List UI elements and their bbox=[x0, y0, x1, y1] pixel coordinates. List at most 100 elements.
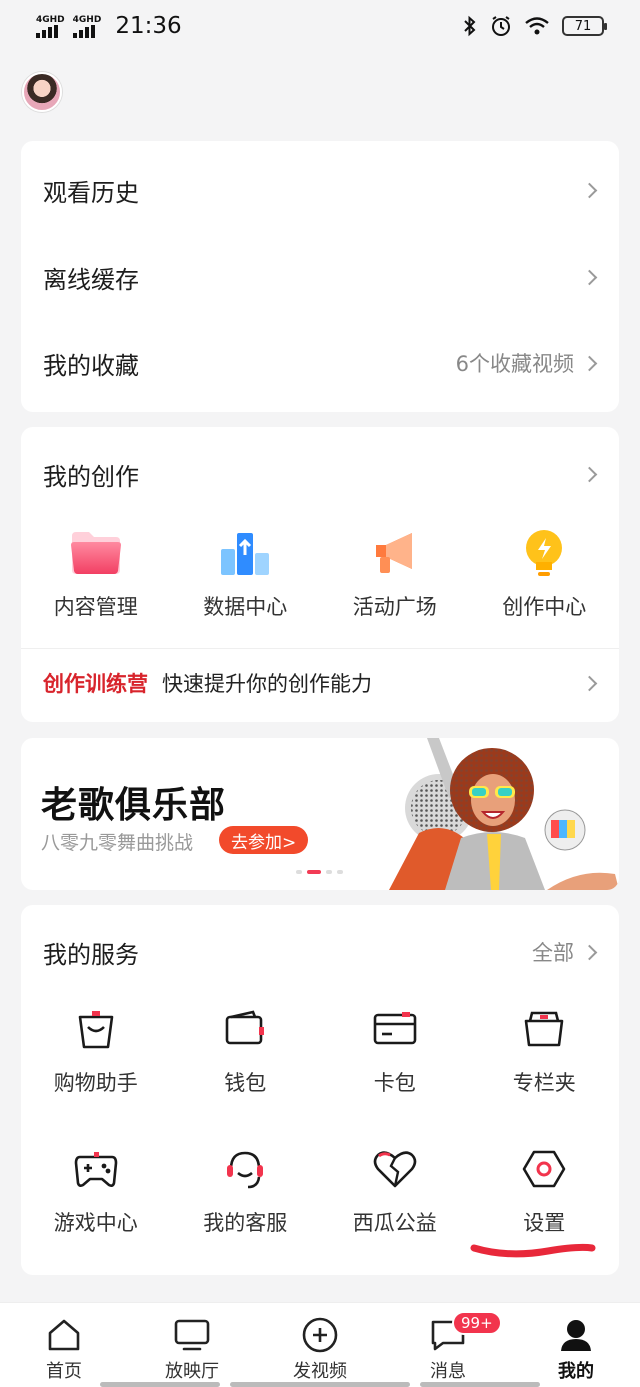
chevron-right-icon bbox=[581, 269, 598, 285]
service-label: 钱包 bbox=[224, 1071, 267, 1095]
chevron-right-icon bbox=[581, 466, 598, 482]
training-camp-label: 创作训练营 bbox=[43, 672, 148, 696]
service-label: 我的客服 bbox=[203, 1211, 288, 1235]
tab-label: 发视频 bbox=[293, 1361, 347, 1382]
chevron-right-icon bbox=[581, 182, 598, 198]
service-shopping[interactable]: 购物助手 bbox=[21, 1003, 171, 1097]
home-indicator bbox=[100, 1382, 220, 1387]
card-icon bbox=[368, 1003, 422, 1055]
chevron-right-icon bbox=[581, 944, 598, 960]
services-grid-row2: 游戏中心 我的客服 西瓜公益 设置 bbox=[21, 1143, 619, 1237]
history-label: 观看历史 bbox=[43, 178, 139, 207]
favorites-row[interactable]: 我的收藏 6个收藏视频 bbox=[21, 320, 619, 406]
lightbulb-icon bbox=[517, 527, 571, 579]
service-customer-support[interactable]: 我的客服 bbox=[171, 1143, 321, 1237]
tab-home[interactable]: 首页 bbox=[0, 1303, 128, 1387]
home-indicator bbox=[230, 1382, 410, 1387]
banner-title: 老歌俱乐部 bbox=[41, 785, 227, 826]
services-title: 我的服务 bbox=[43, 940, 139, 969]
training-camp-row[interactable]: 创作训练营 快速提升你的创作能力 bbox=[21, 644, 619, 722]
creation-grid: 内容管理 数据中心 活动广场 创作中心 bbox=[21, 527, 619, 621]
status-time: 21:36 bbox=[115, 13, 182, 39]
service-label: 专栏夹 bbox=[512, 1071, 576, 1095]
service-charity[interactable]: 西瓜公益 bbox=[320, 1143, 470, 1237]
bluetooth-icon bbox=[464, 15, 476, 37]
heart-icon bbox=[368, 1143, 422, 1195]
network-label: 4GHD bbox=[72, 14, 102, 25]
tab-label: 放映厅 bbox=[165, 1361, 219, 1382]
service-label: 卡包 bbox=[373, 1071, 416, 1095]
signal-bars-icon bbox=[72, 24, 95, 38]
services-header[interactable]: 我的服务 全部 bbox=[21, 909, 619, 995]
tab-cinema[interactable]: 放映厅 bbox=[128, 1303, 256, 1387]
message-badge: 99+ bbox=[452, 1311, 502, 1335]
service-game-center[interactable]: 游戏中心 bbox=[21, 1143, 171, 1237]
annotation-underline bbox=[470, 1243, 596, 1258]
wallet-icon bbox=[218, 1003, 272, 1055]
profile-icon bbox=[561, 1320, 591, 1351]
banner-pagination bbox=[296, 870, 343, 874]
services-grid-row1: 购物助手 钱包 卡包 专栏夹 bbox=[21, 1003, 619, 1097]
status-bar: 4GHD 4GHD 21:36 71 bbox=[0, 0, 640, 52]
service-label: 购物助手 bbox=[53, 1071, 138, 1095]
tab-messages[interactable]: 消息 99+ bbox=[384, 1303, 512, 1387]
favorites-label: 我的收藏 bbox=[43, 351, 139, 380]
media-card: 观看历史 离线缓存 我的收藏 6个收藏视频 bbox=[21, 141, 619, 412]
creation-header[interactable]: 我的创作 bbox=[21, 431, 619, 517]
tab-profile[interactable]: 我的 bbox=[512, 1303, 640, 1387]
gamepad-icon bbox=[69, 1143, 123, 1195]
creation-item-data[interactable]: 数据中心 bbox=[171, 527, 321, 621]
bottom-tab-bar: 首页 放映厅 发视频 消息 99+ 我的 bbox=[0, 1302, 640, 1387]
data-chart-icon bbox=[218, 527, 272, 579]
home-indicator bbox=[420, 1382, 540, 1387]
battery-icon: 71 bbox=[562, 16, 607, 36]
services-all-link[interactable]: 全部 bbox=[532, 937, 574, 967]
service-label: 设置 bbox=[523, 1211, 566, 1235]
folder-column-icon bbox=[517, 1003, 571, 1055]
shopping-bag-icon bbox=[69, 1003, 123, 1055]
banner-illustration bbox=[389, 738, 619, 890]
folder-icon bbox=[69, 527, 123, 579]
creation-item-center[interactable]: 创作中心 bbox=[470, 527, 620, 621]
tab-post-video[interactable]: 发视频 bbox=[256, 1303, 384, 1387]
tv-icon bbox=[174, 1319, 210, 1351]
creation-item-label: 创作中心 bbox=[502, 595, 587, 619]
banner-join-button[interactable]: 去参加> bbox=[219, 826, 309, 854]
creation-item-label: 活动广场 bbox=[352, 595, 437, 619]
wifi-icon bbox=[525, 17, 549, 35]
training-camp-desc: 快速提升你的创作能力 bbox=[162, 672, 372, 696]
creation-item-label: 内容管理 bbox=[53, 595, 138, 619]
home-icon bbox=[48, 1319, 80, 1351]
service-label: 游戏中心 bbox=[53, 1211, 138, 1235]
status-icons: 71 bbox=[462, 15, 607, 37]
creation-card: 我的创作 内容管理 数据中心 活动广场 创作中心 创作训练营 快速提升你的创作能… bbox=[21, 427, 619, 722]
chevron-right-icon bbox=[581, 675, 598, 691]
tab-label: 我的 bbox=[558, 1361, 594, 1382]
battery-level: 71 bbox=[574, 18, 592, 34]
service-wallet[interactable]: 钱包 bbox=[171, 1003, 321, 1097]
signal-bars-icon bbox=[36, 24, 58, 38]
services-card: 我的服务 全部 购物助手 钱包 卡包 专栏夹 游戏中心 我的客服 西瓜公益 设置 bbox=[21, 905, 619, 1275]
service-cards[interactable]: 卡包 bbox=[320, 1003, 470, 1097]
avatar[interactable] bbox=[22, 72, 62, 112]
creation-item-label: 数据中心 bbox=[203, 595, 288, 619]
signal-sim2: 4GHD bbox=[72, 14, 102, 38]
creation-item-content[interactable]: 内容管理 bbox=[21, 527, 171, 621]
creation-item-activity[interactable]: 活动广场 bbox=[320, 527, 470, 621]
alarm-icon bbox=[492, 16, 510, 36]
service-settings[interactable]: 设置 bbox=[470, 1143, 620, 1237]
signal-sim1: 4GHD bbox=[36, 15, 65, 38]
chevron-right-icon bbox=[581, 355, 598, 371]
settings-hex-icon bbox=[517, 1143, 571, 1195]
service-label: 西瓜公益 bbox=[352, 1211, 437, 1235]
plus-circle-icon bbox=[302, 1317, 338, 1353]
tab-label: 首页 bbox=[46, 1361, 82, 1382]
promo-banner[interactable]: 老歌俱乐部 八零九零舞曲挑战 去参加> bbox=[21, 738, 619, 890]
offline-cache-label: 离线缓存 bbox=[43, 265, 139, 294]
favorites-count: 6个收藏视频 bbox=[455, 352, 574, 376]
history-row[interactable]: 观看历史 bbox=[21, 147, 619, 233]
service-column-folder[interactable]: 专栏夹 bbox=[470, 1003, 620, 1097]
megaphone-icon bbox=[368, 527, 422, 579]
network-label: 4GHD bbox=[36, 14, 65, 25]
offline-cache-row[interactable]: 离线缓存 bbox=[21, 234, 619, 320]
